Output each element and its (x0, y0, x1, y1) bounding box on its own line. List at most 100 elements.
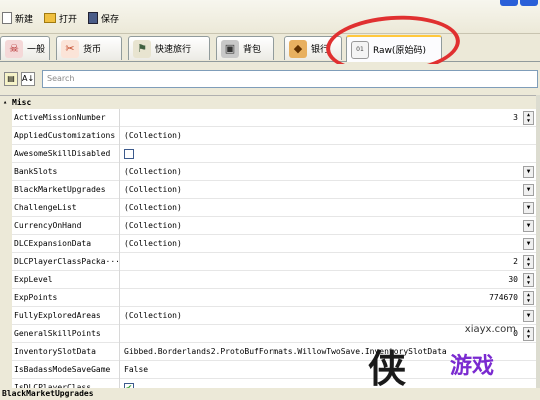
lock-icon: ✂ (61, 39, 79, 58)
category-label: Misc (12, 98, 32, 107)
property-row[interactable]: DLCPlayerClassPacka··· 2 ▲ ▼ (0, 253, 540, 271)
property-value[interactable]: (Collection) (124, 217, 182, 235)
property-row[interactable]: ExpLevel 30 ▲ ▼ (0, 271, 540, 289)
property-name[interactable]: ChallengeList (14, 199, 118, 217)
property-row[interactable]: DLCExpansionData (Collection) ▼ (0, 235, 540, 253)
property-name[interactable]: ExpPoints (14, 289, 118, 307)
property-row[interactable]: IsBadassModeSaveGame False (0, 361, 540, 379)
column-divider (119, 307, 120, 325)
row-gutter (0, 199, 12, 217)
property-name[interactable]: ActiveMissionNumber (14, 109, 118, 127)
property-name[interactable]: AppliedCustomizations (14, 127, 118, 145)
tab-fast-travel[interactable]: ⚑ 快速旅行 (128, 36, 210, 60)
property-value[interactable]: False (124, 361, 148, 379)
property-value[interactable]: 3 (513, 109, 518, 127)
dropdown-arrow-icon[interactable]: ▼ (523, 166, 534, 178)
vertical-scrollbar[interactable] (536, 95, 540, 388)
column-divider (119, 163, 120, 181)
property-checkbox[interactable] (124, 149, 134, 159)
search-input[interactable]: Search (42, 70, 538, 88)
property-row[interactable]: BlackMarketUpgrades (Collection) ▼ (0, 181, 540, 199)
window-control[interactable] (520, 0, 538, 6)
property-row[interactable]: ActiveMissionNumber 3 ▲ ▼ (0, 109, 540, 127)
sort-alphabetical-icon[interactable]: A↓ (21, 72, 35, 86)
property-value[interactable]: Gibbed.Borderlands2.ProtoBufFormats.Will… (124, 343, 447, 361)
property-name[interactable]: ExpLevel (14, 271, 118, 289)
save-label: 保存 (101, 14, 120, 25)
spinner-icon[interactable]: ▲ ▼ (523, 273, 534, 287)
property-grid: ▴ Misc ActiveMissionNumber 3 ▲ ▼ AppliedCust… (0, 95, 540, 388)
property-value[interactable]: 774670 (489, 289, 518, 307)
tab-label: 货币 (83, 45, 102, 55)
row-gutter (0, 145, 12, 163)
dropdown-arrow-icon[interactable]: ▼ (523, 310, 534, 322)
main-toolbar: 新建 打开 保存 (0, 0, 540, 34)
dropdown-arrow-icon[interactable]: ▼ (523, 202, 534, 214)
property-row[interactable]: IsDLCPlayerClass ✔ (0, 379, 540, 388)
dropdown-arrow-icon[interactable]: ▼ (523, 220, 534, 232)
column-divider (119, 127, 120, 145)
dropdown-arrow-icon[interactable]: ▼ (523, 184, 534, 196)
property-name[interactable]: DLCPlayerClassPacka··· (14, 253, 118, 271)
column-divider (119, 217, 120, 235)
property-name[interactable]: AwesomeSkillDisabled (14, 145, 118, 163)
property-row[interactable]: ExpPoints 774670 ▲ ▼ (0, 289, 540, 307)
row-gutter (0, 379, 12, 388)
categorized-icon[interactable]: ▤ (4, 72, 18, 86)
property-value[interactable]: (Collection) (124, 199, 182, 217)
property-row[interactable]: FullyExploredAreas (Collection) ▼ (0, 307, 540, 325)
property-value[interactable]: (Collection) (124, 235, 182, 253)
spinner-icon[interactable]: ▲ ▼ (523, 111, 534, 125)
property-name[interactable]: InventorySlotData (14, 343, 118, 361)
property-value[interactable]: 2 (513, 253, 518, 271)
property-row[interactable]: BankSlots (Collection) ▼ (0, 163, 540, 181)
description-pane-title: BlackMarketUpgrades (0, 388, 540, 400)
dropdown-arrow-icon[interactable]: ▼ (523, 238, 534, 250)
row-gutter (0, 253, 12, 271)
property-name[interactable]: IsBadassModeSaveGame (14, 361, 118, 379)
property-row[interactable]: InventorySlotData Gibbed.Borderlands2.Pro… (0, 343, 540, 361)
property-row[interactable]: AppliedCustomizations (Collection) (0, 127, 540, 145)
window-control[interactable] (500, 0, 518, 6)
tab-backpack[interactable]: ▣ 背包 (216, 36, 274, 60)
tab-label: 背包 (243, 45, 262, 55)
column-divider (119, 289, 120, 307)
property-value[interactable]: 30 (508, 271, 518, 289)
tab-general[interactable]: ☠ 一般 (0, 36, 50, 60)
property-row[interactable]: AwesomeSkillDisabled (0, 145, 540, 163)
spinner-icon[interactable]: ▲ ▼ (523, 327, 534, 341)
property-value[interactable]: (Collection) (124, 181, 182, 199)
row-gutter (0, 181, 12, 199)
property-name[interactable]: BankSlots (14, 163, 118, 181)
bank-icon: ◆ (289, 39, 307, 58)
column-divider (119, 145, 120, 163)
property-name[interactable]: FullyExploredAreas (14, 307, 118, 325)
property-row[interactable]: GeneralSkillPoints 0 ▲ ▼ (0, 325, 540, 343)
row-gutter (0, 325, 12, 343)
tab-currency[interactable]: ✂ 货币 (56, 36, 122, 60)
column-divider (119, 343, 120, 361)
collapse-icon[interactable]: ▴ (3, 96, 7, 109)
property-name[interactable]: CurrencyOnHand (14, 217, 118, 235)
open-button[interactable]: 打开 (44, 9, 77, 27)
property-value[interactable]: (Collection) (124, 307, 182, 325)
new-button[interactable]: 新建 (2, 9, 33, 27)
property-value[interactable]: 0 (513, 325, 518, 343)
property-name[interactable]: GeneralSkillPoints (14, 325, 118, 343)
spinner-icon[interactable]: ▲ ▼ (523, 291, 534, 305)
grid-toolbar: ▤ A↓ Search (0, 64, 540, 94)
save-icon (88, 12, 98, 24)
row-gutter (0, 289, 12, 307)
property-name[interactable]: BlackMarketUpgrades (14, 181, 118, 199)
spinner-icon[interactable]: ▲ ▼ (523, 255, 534, 269)
backpack-icon: ▣ (221, 39, 239, 58)
property-name[interactable]: IsDLCPlayerClass (14, 379, 118, 388)
row-gutter (0, 109, 12, 127)
property-row[interactable]: ChallengeList (Collection) ▼ (0, 199, 540, 217)
property-value[interactable]: (Collection) (124, 127, 182, 145)
save-button[interactable]: 保存 (88, 9, 119, 27)
property-row[interactable]: CurrencyOnHand (Collection) ▼ (0, 217, 540, 235)
property-name[interactable]: DLCExpansionData (14, 235, 118, 253)
category-header[interactable]: ▴ Misc (0, 96, 540, 109)
property-value[interactable]: (Collection) (124, 163, 182, 181)
